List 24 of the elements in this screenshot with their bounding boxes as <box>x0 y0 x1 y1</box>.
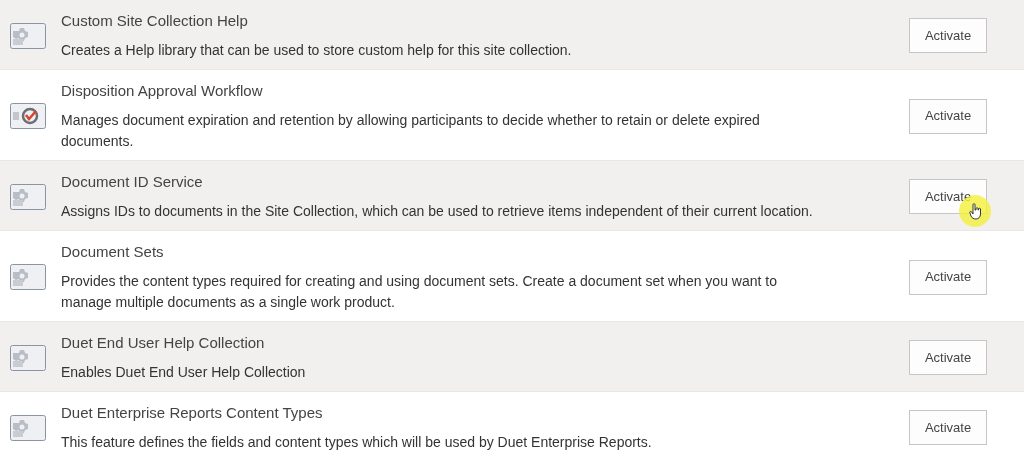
hand-cursor-icon <box>968 202 982 220</box>
gear-icon <box>10 344 46 371</box>
approval-icon <box>10 103 46 129</box>
activate-button[interactable]: Activate <box>909 98 987 134</box>
feature-title: Duet Enterprise Reports Content Types <box>61 403 324 423</box>
gear-icon <box>10 183 46 210</box>
gear-icon <box>10 414 46 441</box>
feature-title: Document Sets <box>61 242 165 262</box>
gear-icon <box>10 264 46 290</box>
feature-title: Disposition Approval Workflow <box>61 81 264 101</box>
feature-title: Duet End User Help Collection <box>61 333 266 353</box>
activate-button[interactable]: Activate <box>909 410 987 445</box>
feature-title: Document ID Service <box>61 172 204 192</box>
gear-icon <box>10 22 46 49</box>
activate-button[interactable]: Activate <box>909 340 987 375</box>
feature-description: Enables Duet End User Help Collection <box>61 363 307 382</box>
feature-description: Creates a Help library that can be used to store custom help for this site collection. <box>61 41 573 60</box>
feature-description: This feature defines the fields and content types which will be used by Duet Enterprise Reports. <box>61 433 653 452</box>
activate-button[interactable]: Activate <box>909 259 987 295</box>
activate-button[interactable]: Activate <box>909 18 987 53</box>
feature-title: Custom Site Collection Help <box>61 11 249 31</box>
feature-description: Manages document expiration and retention by allowing participants to decide whether to retain or delete expired documents. <box>61 111 761 151</box>
feature-description: Provides the content types required for creating and using document sets. Create a document set when you want to manage multiple documents as a single work product. <box>61 272 778 312</box>
feature-description: Assigns IDs to documents in the Site Collection, which can be used to retrieve items independent of their current location. <box>61 202 814 221</box>
